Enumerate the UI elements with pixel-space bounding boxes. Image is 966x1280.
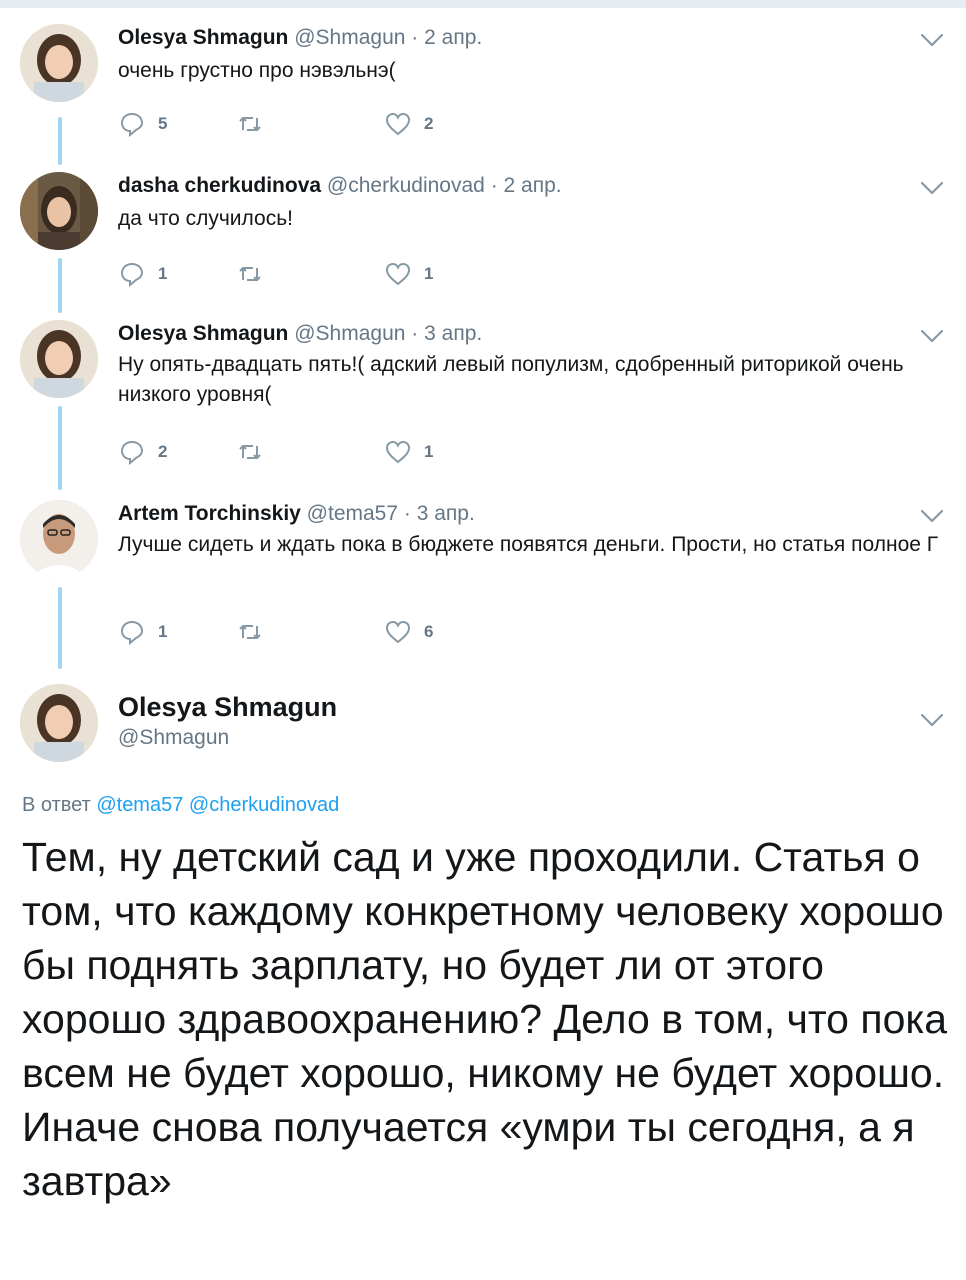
- like-count: 1: [424, 264, 434, 283]
- mention-link[interactable]: @cherkudinovad: [189, 794, 339, 816]
- retweet-icon: [239, 625, 261, 639]
- avatar[interactable]: [20, 500, 98, 578]
- avatar[interactable]: [20, 320, 98, 398]
- heart-icon: [385, 620, 411, 644]
- author-name[interactable]: dasha cherkudinova: [118, 174, 321, 197]
- author-name[interactable]: Olesya Shmagun: [118, 322, 288, 345]
- reply-context: В ответ @tema57 @cherkudinovad: [22, 794, 339, 817]
- author-handle[interactable]: @cherkudinovad: [327, 174, 485, 197]
- separator: ·: [411, 322, 419, 345]
- separator: ·: [411, 26, 419, 49]
- reply-icon: [120, 112, 144, 138]
- heart-icon: [385, 112, 411, 136]
- author-name[interactable]: Olesya Shmagun: [118, 692, 337, 723]
- like-count: 2: [424, 114, 434, 133]
- separator: ·: [403, 502, 411, 525]
- reply-count: 1: [158, 264, 168, 283]
- like-count: 6: [424, 622, 434, 641]
- reply-prefix: В ответ: [22, 794, 91, 816]
- heart-icon: [385, 262, 411, 286]
- reply-icon: [120, 262, 144, 288]
- author-handle[interactable]: @Shmagun: [118, 726, 229, 750]
- reply-count: 2: [158, 442, 168, 461]
- reply-button[interactable]: 1: [118, 616, 167, 648]
- author-name[interactable]: Olesya Shmagun: [118, 26, 288, 49]
- retweet-button[interactable]: [236, 108, 276, 140]
- reply-button[interactable]: 1: [118, 258, 167, 290]
- thread-line: [58, 406, 62, 490]
- like-button[interactable]: 1: [384, 258, 433, 290]
- tweet-text: Лучше сидеть и ждать пока в бюджете появ…: [118, 533, 939, 556]
- author-handle[interactable]: @Shmagun: [294, 26, 405, 49]
- like-button[interactable]: 1: [384, 436, 433, 468]
- tweet-text: Тем, ну детский сад и уже проходили. Ста…: [22, 834, 948, 1204]
- like-button[interactable]: 2: [384, 108, 433, 140]
- reply-button[interactable]: 2: [118, 436, 167, 468]
- chevron-down-icon[interactable]: [918, 506, 946, 526]
- avatar[interactable]: [20, 684, 98, 762]
- retweet-icon: [239, 445, 261, 459]
- like-button[interactable]: 6: [384, 616, 433, 648]
- retweet-icon: [239, 117, 261, 131]
- reply-icon: [120, 620, 144, 646]
- author-handle[interactable]: @tema57: [307, 502, 398, 525]
- chevron-down-icon[interactable]: [918, 30, 946, 50]
- retweet-button[interactable]: [236, 436, 276, 468]
- separator: ·: [490, 174, 498, 197]
- avatar[interactable]: [20, 172, 98, 250]
- thread-line: [58, 587, 62, 669]
- mention-link[interactable]: @tema57: [96, 794, 183, 816]
- author-name[interactable]: Artem Torchinskiy: [118, 502, 301, 525]
- tweet-text: Ну опять-двадцать пять!( адский левый по…: [118, 353, 904, 406]
- like-count: 1: [424, 442, 434, 461]
- reply-count: 1: [158, 622, 168, 641]
- chevron-down-icon[interactable]: [918, 710, 946, 730]
- retweet-icon: [239, 267, 261, 281]
- tweet-text: да что случилось!: [118, 207, 293, 230]
- tweet-date[interactable]: 3 апр.: [424, 322, 482, 345]
- author-handle[interactable]: @Shmagun: [294, 322, 405, 345]
- thread-line: [58, 258, 62, 313]
- tweet-date[interactable]: 2 апр.: [504, 174, 562, 197]
- heart-icon: [385, 440, 411, 464]
- chevron-down-icon[interactable]: [918, 326, 946, 346]
- retweet-button[interactable]: [236, 258, 276, 290]
- thread-line: [58, 117, 62, 165]
- tweet-text: очень грустно про нэвэльнэ(: [118, 59, 396, 82]
- reply-icon: [120, 440, 144, 466]
- top-divider: [0, 0, 966, 8]
- avatar[interactable]: [20, 24, 98, 102]
- tweet-date[interactable]: 2 апр.: [424, 26, 482, 49]
- reply-button[interactable]: 5: [118, 108, 167, 140]
- reply-count: 5: [158, 114, 168, 133]
- tweet-date[interactable]: 3 апр.: [417, 502, 475, 525]
- retweet-button[interactable]: [236, 616, 276, 648]
- chevron-down-icon[interactable]: [918, 178, 946, 198]
